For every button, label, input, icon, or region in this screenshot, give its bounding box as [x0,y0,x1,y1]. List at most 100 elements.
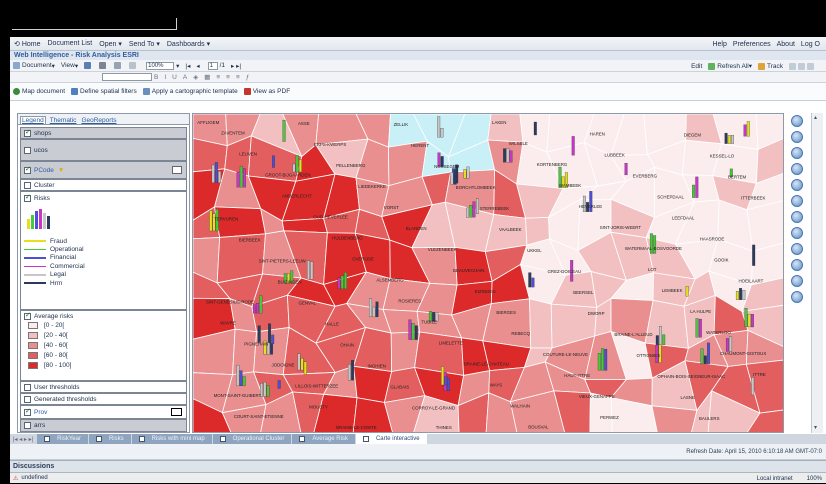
shops-checkbox[interactable] [24,128,31,137]
layer-generated-thresholds[interactable]: Generated thresholds [20,393,187,405]
municipality-polygon[interactable] [487,114,524,143]
tab-legend[interactable]: Legend [20,116,46,124]
interactive-map[interactable]: AFFLIGEM ASSE ZELLIK LAKEN HAREN DIEGEM ZAVENT… [192,113,784,433]
font-color-icon[interactable]: A [183,74,187,81]
average-risks-checkbox[interactable] [24,311,31,320]
pan-up-icon[interactable] [791,115,803,127]
risk-glyph[interactable] [476,198,479,214]
undo-icon[interactable] [129,62,138,69]
discussions-panel-header[interactable]: Discussions [10,460,826,472]
apply-template-button[interactable]: Apply a cartographic template [142,88,238,95]
municipality-polygon[interactable] [651,405,698,433]
map-document-button[interactable]: Map document [13,88,65,95]
layer-ucos[interactable]: ucos [20,139,187,161]
pcode-checkbox[interactable] [24,165,31,174]
tab-average-risk[interactable]: Average Risk [292,434,355,444]
italic-icon[interactable]: I [164,74,166,81]
scroll-down-icon[interactable]: ▾ [814,424,821,432]
zoom-dropdown[interactable]: ▾ [176,62,179,70]
next-extent-icon[interactable] [791,227,803,239]
prev-page-icon[interactable]: ◂ [196,62,199,70]
risk-glyph[interactable] [751,377,755,396]
view-menu[interactable]: View ▾ [61,62,78,70]
risk-glyph[interactable] [277,380,281,389]
help-icon[interactable] [791,291,803,303]
home-link[interactable]: ⟲ Home [14,40,41,48]
page-input[interactable]: 1 [207,61,218,70]
layer-prov[interactable]: Prov [20,405,187,419]
font-size-input[interactable] [102,73,152,81]
zoom-in-icon[interactable] [791,131,803,143]
save-icon[interactable] [84,62,93,69]
zoom-input[interactable]: 100% [146,61,175,70]
view-as-pdf-button[interactable]: View as PDF [243,88,290,95]
risk-glyph[interactable] [257,325,261,343]
zoom-box-icon[interactable] [791,163,803,175]
refresh-all-button[interactable]: Refresh All ▾ [708,62,752,70]
tab-carte-interactive[interactable]: Carte interactive [355,434,427,444]
choropleth-map[interactable]: AFFLIGEM ASSE ZELLIK LAKEN HAREN DIEGEM ZAVENT… [193,114,784,433]
select-icon[interactable] [791,275,803,287]
first-page-icon[interactable]: |◂ [185,62,190,70]
layer-shops[interactable]: shops [20,127,187,139]
edit-button[interactable]: Edit [691,63,702,70]
layer-cluster[interactable]: Cluster [20,179,187,191]
municipality-polygon[interactable] [214,206,266,238]
scroll-up-icon[interactable]: ▴ [814,114,821,122]
document-menu[interactable]: Document ▾ [13,62,55,70]
next-page-icon[interactable]: ▸ ▸| [231,62,241,70]
find-icon[interactable] [114,62,123,69]
risk-glyph[interactable] [624,163,628,176]
prov-color-swatch[interactable] [171,408,182,416]
define-spatial-filters-button[interactable]: Define spatial filters [71,88,137,95]
full-extent-icon[interactable] [791,179,803,191]
layer-average-risks[interactable]: Average risks [0 - 20[[20 - 40[[40 - 60[… [20,310,187,381]
about-link[interactable]: About [777,41,795,48]
bold-icon[interactable]: B [154,74,158,81]
layer-arrs[interactable]: arrs [20,419,187,432]
risk-glyph[interactable] [303,361,307,375]
underline-icon[interactable]: U [172,74,177,81]
risks-checkbox[interactable] [24,193,31,202]
vertical-scrollbar[interactable]: ▴ ▾ [811,113,823,433]
logout-link[interactable]: Log O [801,41,820,48]
help-link[interactable]: Help [712,41,726,48]
layer-pcode[interactable]: PCode ▼ [20,161,187,179]
risk-glyph[interactable] [752,244,756,266]
track-button[interactable]: Track [757,62,783,70]
generated-thresholds-checkbox[interactable] [24,395,31,403]
prov-checkbox[interactable] [24,407,31,416]
zoom-level[interactable]: 100% [807,476,822,482]
tab-risks[interactable]: Risks [88,434,131,444]
tab-operational-cluster[interactable]: Operational Cluster [212,434,292,444]
municipality-polygon[interactable] [644,299,689,349]
print-icon[interactable] [99,62,108,69]
measure-icon[interactable] [791,259,803,271]
toolbar-extra-icons[interactable] [789,62,816,70]
open-menu[interactable]: Open ▾ [99,40,122,48]
send-to-menu[interactable]: Send To ▾ [129,40,160,48]
zoom-out-icon[interactable] [791,147,803,159]
layer-risks[interactable]: Risks FraudOperationalFinancialCommercia… [20,191,187,310]
ucos-checkbox[interactable] [24,146,31,154]
user-thresholds-checkbox[interactable] [24,383,31,391]
border-icon[interactable]: ▦ [204,73,210,81]
dashboards-menu[interactable]: Dashboards ▾ [167,40,210,48]
municipality-polygon[interactable] [281,217,328,234]
previous-extent-icon[interactable] [791,211,803,223]
align-left-icon[interactable]: ≡ [216,74,220,81]
preferences-link[interactable]: Preferences [733,41,771,48]
municipality-polygon[interactable] [529,298,553,349]
municipality-polygon[interactable] [589,392,613,433]
risk-glyph[interactable] [272,155,275,168]
identify-icon[interactable] [791,243,803,255]
cluster-checkbox[interactable] [24,181,31,189]
formula-icon[interactable]: ƒ [246,74,250,81]
pan-icon[interactable] [791,195,803,207]
align-right-icon[interactable]: ≡ [236,74,240,81]
risk-glyph[interactable] [282,119,286,142]
filter-icon[interactable]: ▼ [58,167,64,174]
risk-glyph[interactable] [685,286,689,297]
layer-user-thresholds[interactable]: User thresholds [20,381,187,393]
pcode-color-swatch[interactable] [172,166,182,174]
